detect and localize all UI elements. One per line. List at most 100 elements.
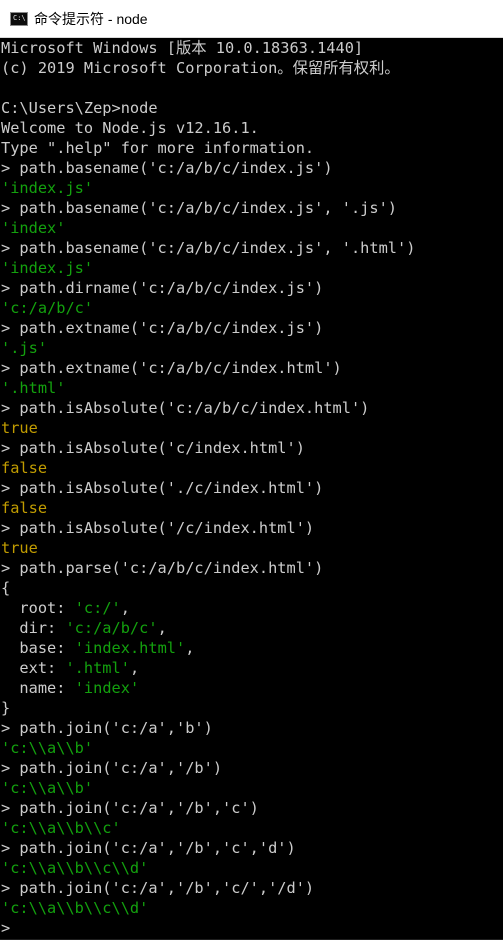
console-text: 'c:\\a\\b' xyxy=(1,739,94,757)
console-line: 'index.js' xyxy=(1,178,503,198)
console-line: true xyxy=(1,538,503,558)
console-text: (c) 2019 Microsoft Corporation。保留所有权利。 xyxy=(1,59,400,77)
console-line: false xyxy=(1,458,503,478)
console-line: root: 'c:/', xyxy=(1,598,503,618)
console-line: base: 'index.html', xyxy=(1,638,503,658)
console-line: > path.isAbsolute('./c/index.html') xyxy=(1,478,503,498)
console-text: > path.basename('c:/a/b/c/index.js', '.h… xyxy=(1,239,416,257)
console-line: 'c:/a/b/c' xyxy=(1,298,503,318)
console-line: C:\Users\Zep>node xyxy=(1,98,503,118)
console-text: > path.isAbsolute('c/index.html') xyxy=(1,439,305,457)
console-text: > path.join('c:/a','/b','c') xyxy=(1,799,259,817)
console-line: > path.extname('c:/a/b/c/index.js') xyxy=(1,318,503,338)
console-line: 'c:\\a\\b\\c\\d' xyxy=(1,898,503,918)
console-text: '.html' xyxy=(65,659,130,677)
console-text: root: xyxy=(1,599,75,617)
console-text: base: xyxy=(1,639,75,657)
console-text: '.html' xyxy=(1,379,66,397)
console-line: name: 'index' xyxy=(1,678,503,698)
console-line: Welcome to Node.js v12.16.1. xyxy=(1,118,503,138)
console-text: { xyxy=(1,579,11,597)
console-text: > path.parse('c:/a/b/c/index.html') xyxy=(1,559,324,577)
console-text: 'index' xyxy=(1,219,66,237)
console-line: > path.extname('c:/a/b/c/index.html') xyxy=(1,358,503,378)
console-line: > path.join('c:/a','/b','c/','/d') xyxy=(1,878,503,898)
console-line: 'c:\\a\\b\\c' xyxy=(1,818,503,838)
console-text: > path.extname('c:/a/b/c/index.html') xyxy=(1,359,342,377)
window-title: 命令提示符 - node xyxy=(34,10,148,27)
console-line: > path.parse('c:/a/b/c/index.html') xyxy=(1,558,503,578)
console-text: > xyxy=(1,919,11,937)
console-line: > path.isAbsolute('c/index.html') xyxy=(1,438,503,458)
console-text: , xyxy=(129,659,140,677)
console-line: } xyxy=(1,698,503,718)
console-text: true xyxy=(1,419,38,437)
console-text: 'c:/a/b/c' xyxy=(1,299,94,317)
console-text: , xyxy=(120,599,130,617)
console-text: > path.join('c:/a','/b') xyxy=(1,759,223,777)
console-line: > path.isAbsolute('/c/index.html') xyxy=(1,518,503,538)
console-text: 'index.html' xyxy=(74,639,186,657)
cmd-icon: C:\ xyxy=(10,11,28,26)
console-line: > path.basename('c:/a/b/c/index.js', '.h… xyxy=(1,238,503,258)
console-line: dir: 'c:/a/b/c', xyxy=(1,618,503,638)
console-text: true xyxy=(1,539,38,557)
console-line: 'index.js' xyxy=(1,258,503,278)
console-line: > path.join('c:/a','/b','c','d') xyxy=(1,838,503,858)
console-line: 'index' xyxy=(1,218,503,238)
console-text: > path.isAbsolute('/c/index.html') xyxy=(1,519,315,537)
console-text: 'c:\\a\\b\\c\\d' xyxy=(1,859,149,877)
console-line: '.js' xyxy=(1,338,503,358)
console-text: ext: xyxy=(1,659,66,677)
console-text: Microsoft Windows [版本 10.0.18363.1440] xyxy=(1,39,364,57)
console-text: dir: xyxy=(1,619,66,637)
console-line: true xyxy=(1,418,503,438)
console-line: > path.join('c:/a','/b','c') xyxy=(1,798,503,818)
console-text: false xyxy=(1,499,48,517)
console-line: '.html' xyxy=(1,378,503,398)
console-text: 'c:/a/b/c' xyxy=(65,619,158,637)
console-line: > path.isAbsolute('c:/a/b/c/index.html') xyxy=(1,398,503,418)
console-line: > path.basename('c:/a/b/c/index.js', '.j… xyxy=(1,198,503,218)
console-line: { xyxy=(1,578,503,598)
title-bar[interactable]: C:\ 命令提示符 - node xyxy=(0,0,503,38)
cmd-window: C:\ 命令提示符 - node Microsoft Windows [版本 1… xyxy=(0,0,503,940)
console-text: } xyxy=(1,699,11,717)
console-text: , xyxy=(185,639,195,657)
console-text: 'index' xyxy=(74,679,140,697)
console-text: > path.extname('c:/a/b/c/index.js') xyxy=(1,319,324,337)
console-line: 'c:\\a\\b' xyxy=(1,778,503,798)
console-text: 'c:/' xyxy=(74,599,121,617)
console-line: Microsoft Windows [版本 10.0.18363.1440] xyxy=(1,38,503,58)
console-text: 'index.js' xyxy=(1,259,94,277)
console-text: > path.isAbsolute('c:/a/b/c/index.html') xyxy=(1,399,370,417)
console-line: > path.basename('c:/a/b/c/index.js') xyxy=(1,158,503,178)
console-line: 'c:\\a\\b' xyxy=(1,738,503,758)
console-text: 'c:\\a\\b' xyxy=(1,779,94,797)
console-line: > xyxy=(1,918,503,938)
console-text: Welcome to Node.js v12.16.1. xyxy=(1,119,259,137)
console-line: false xyxy=(1,498,503,518)
console-text: false xyxy=(1,459,48,477)
console-text: > path.join('c:/a','/b','c/','/d') xyxy=(1,879,315,897)
console-line: > path.join('c:/a','/b') xyxy=(1,758,503,778)
cmd-icon-glyph: C:\ xyxy=(13,13,26,22)
console-text: '.js' xyxy=(1,339,48,357)
console-text: > path.isAbsolute('./c/index.html') xyxy=(1,479,324,497)
console-text: > path.basename('c:/a/b/c/index.js', '.j… xyxy=(1,199,398,217)
console-output[interactable]: Microsoft Windows [版本 10.0.18363.1440] (c… xyxy=(0,38,503,940)
console-line: (c) 2019 Microsoft Corporation。保留所有权利。 xyxy=(1,58,503,78)
console-text: 'index.js' xyxy=(1,179,94,197)
console-text: , xyxy=(157,619,167,637)
console-text: C:\Users\Zep>node xyxy=(1,99,158,117)
console-text: > path.dirname('c:/a/b/c/index.js') xyxy=(1,279,324,297)
console-line: 'c:\\a\\b\\c\\d' xyxy=(1,858,503,878)
console-text: > path.join('c:/a','b') xyxy=(1,719,213,737)
console-text: > path.basename('c:/a/b/c/index.js') xyxy=(1,159,333,177)
console-line: > path.join('c:/a','b') xyxy=(1,718,503,738)
console-line: ext: '.html', xyxy=(1,658,503,678)
console-line: > path.dirname('c:/a/b/c/index.js') xyxy=(1,278,503,298)
console-text: name: xyxy=(1,679,75,697)
console-text: 'c:\\a\\b\\c' xyxy=(1,819,121,837)
